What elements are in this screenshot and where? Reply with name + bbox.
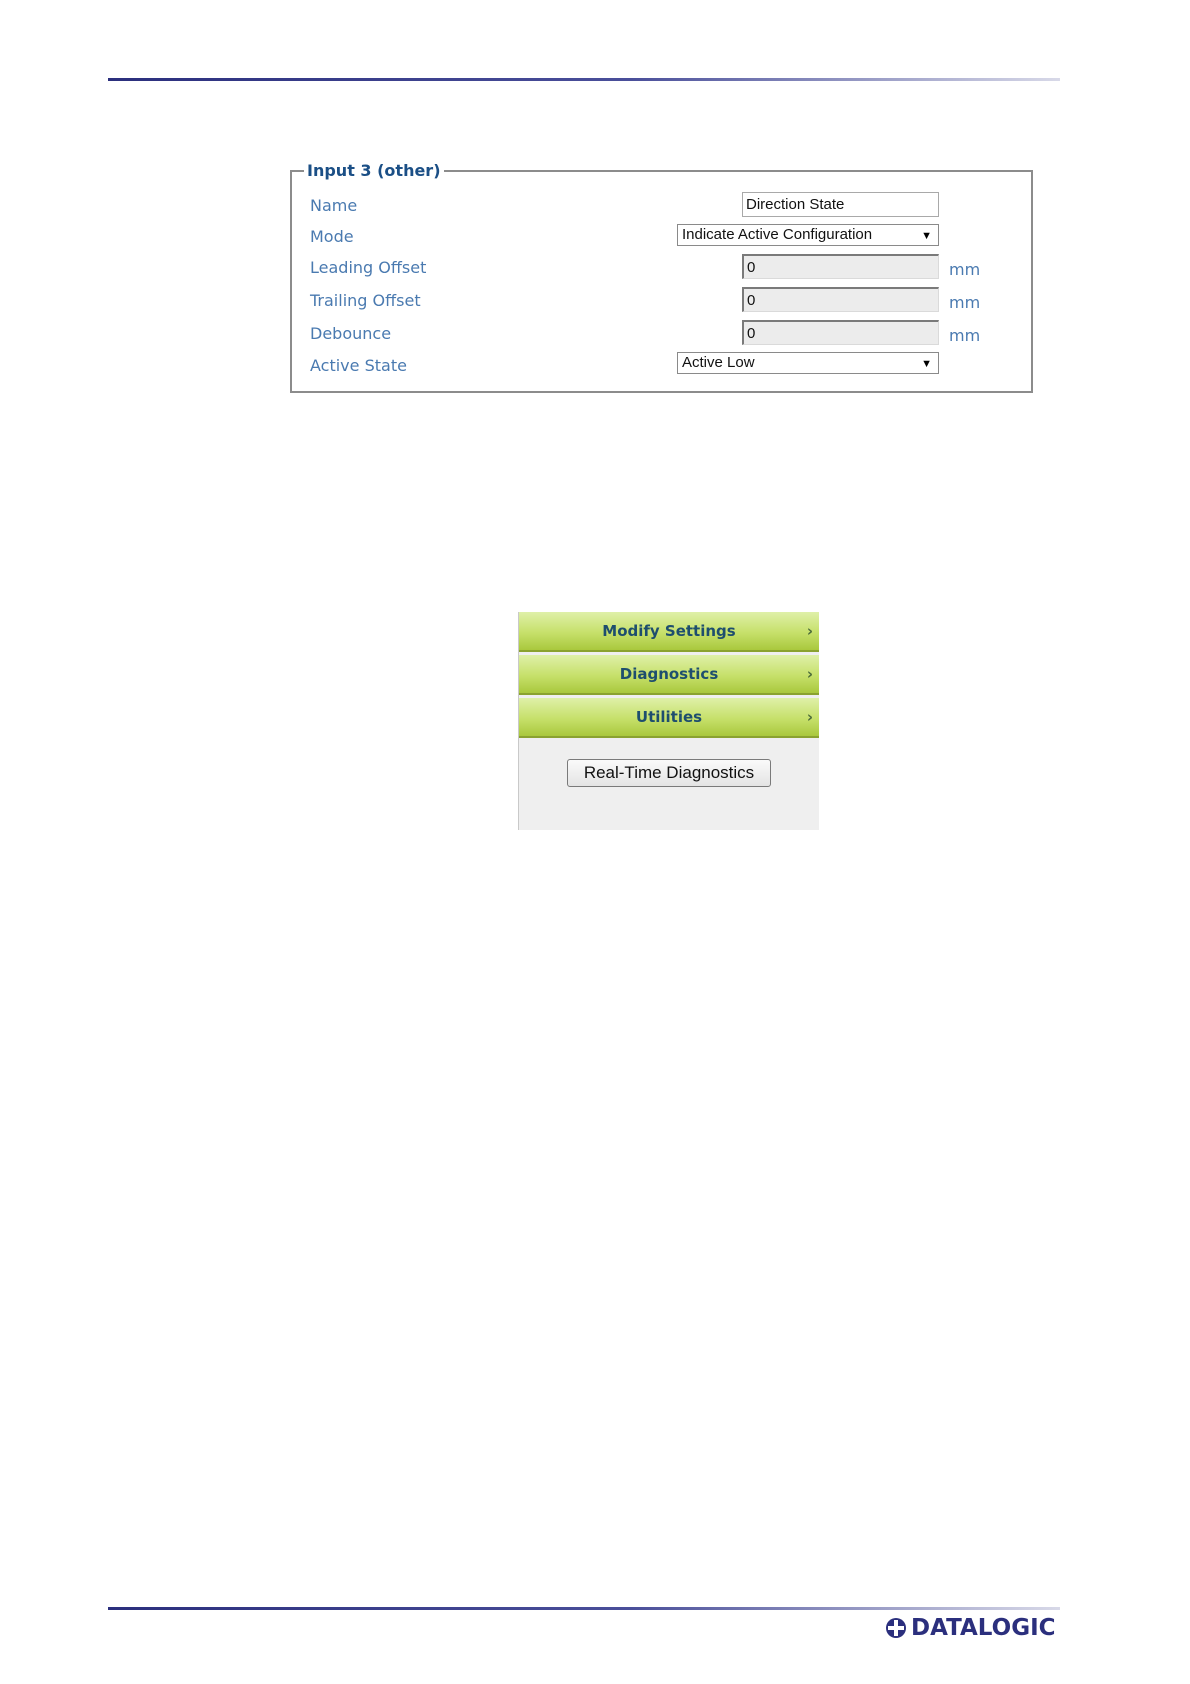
trailing-offset-row: Trailing Offset 0 mm — [292, 287, 1031, 315]
name-input[interactable]: Direction State — [742, 192, 939, 217]
trailing-offset-label: Trailing Offset — [310, 291, 421, 310]
mode-select-value: Indicate Active Configuration — [682, 226, 873, 243]
menu-item-label: Utilities — [635, 708, 703, 726]
trailing-offset-input[interactable]: 0 — [742, 287, 939, 312]
debounce-label: Debounce — [310, 324, 392, 343]
active-state-select-value: Active Low — [682, 354, 755, 371]
header-rule — [108, 78, 1060, 81]
name-row: Name Direction State — [292, 192, 1031, 220]
active-state-label: Active State — [310, 356, 407, 375]
debounce-row: Debounce 0 mm — [292, 320, 1031, 348]
menu-item-diagnostics[interactable]: Diagnostics › — [519, 655, 819, 695]
menu-item-label: Modify Settings — [602, 622, 736, 640]
active-state-row: Active State Active Low ▼ — [292, 352, 1031, 380]
name-label: Name — [310, 196, 358, 215]
fieldset-legend: Input 3 (other) — [304, 161, 444, 181]
chevron-right-icon: › — [806, 665, 813, 683]
input-3-fieldset: Input 3 (other) Name Direction State Mod… — [290, 161, 1033, 393]
datalogic-mark-icon — [886, 1618, 906, 1638]
chevron-right-icon: › — [806, 622, 813, 640]
active-state-select[interactable]: Active Low ▼ — [677, 352, 939, 374]
dropdown-arrow-icon: ▼ — [921, 358, 932, 370]
leading-offset-input[interactable]: 0 — [742, 254, 939, 279]
dropdown-arrow-icon: ▼ — [921, 230, 932, 242]
trailing-offset-unit: mm — [949, 293, 981, 312]
navigation-menu: Modify Settings › Diagnostics › Utilitie… — [518, 612, 819, 830]
debounce-unit: mm — [949, 326, 981, 345]
chevron-right-icon: › — [806, 708, 813, 726]
mode-label: Mode — [310, 227, 354, 246]
real-time-diagnostics-button[interactable]: Real-Time Diagnostics — [567, 759, 771, 787]
mode-row: Mode Indicate Active Configuration ▼ — [292, 223, 1031, 251]
leading-offset-unit: mm — [949, 260, 981, 279]
datalogic-logo: DATALOGIC — [885, 1614, 1056, 1642]
menu-item-modify-settings[interactable]: Modify Settings › — [519, 612, 819, 652]
menu-item-label: Diagnostics — [619, 665, 719, 683]
debounce-input[interactable]: 0 — [742, 320, 939, 345]
footer-rule — [108, 1607, 1060, 1610]
leading-offset-label: Leading Offset — [310, 258, 427, 277]
mode-select[interactable]: Indicate Active Configuration ▼ — [677, 224, 939, 246]
leading-offset-row: Leading Offset 0 mm — [292, 254, 1031, 282]
menu-item-utilities[interactable]: Utilities › — [519, 698, 819, 738]
logo-wordmark: DATALOGIC — [911, 1615, 1056, 1641]
